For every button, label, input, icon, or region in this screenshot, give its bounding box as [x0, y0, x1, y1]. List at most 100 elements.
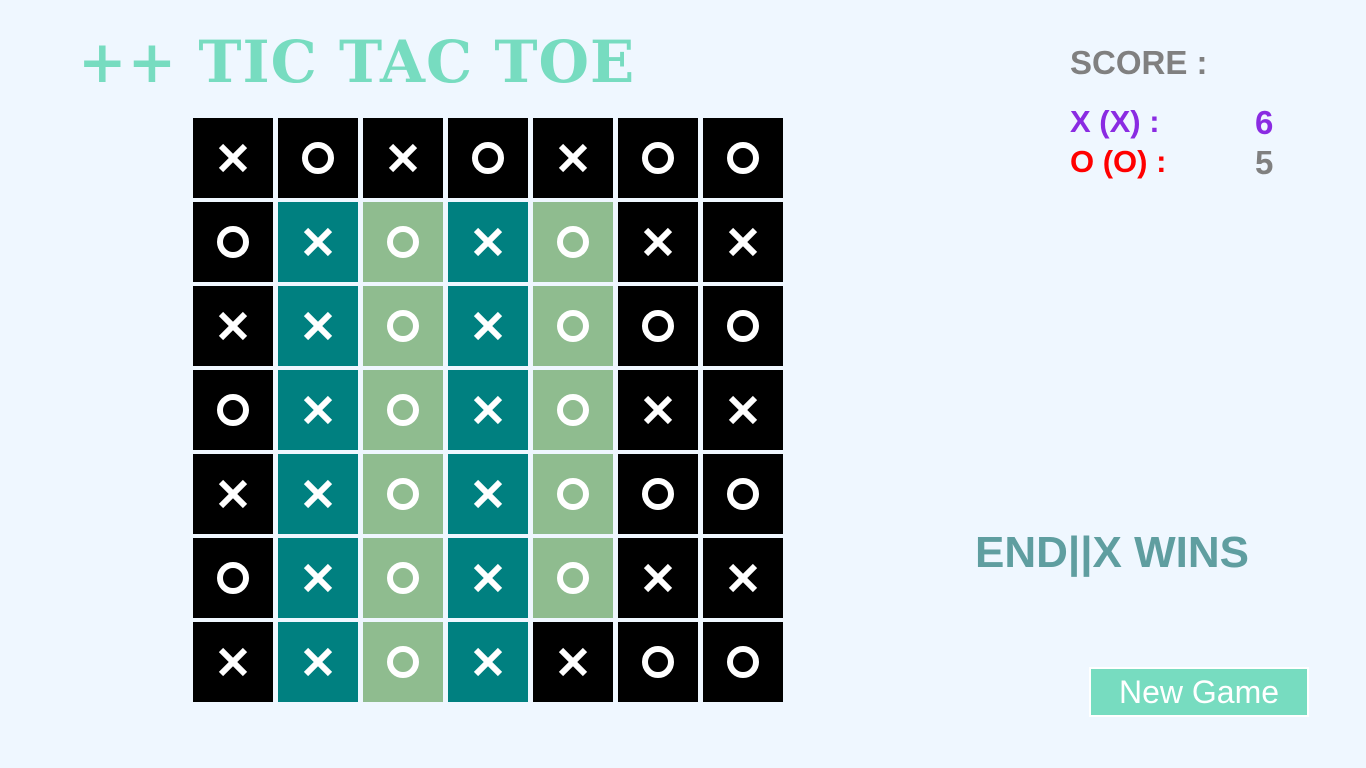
x-mark-icon: [728, 395, 758, 425]
o-mark-icon: [387, 478, 419, 510]
x-mark-icon: [728, 227, 758, 257]
board-cell-r1-c7[interactable]: [703, 118, 783, 198]
score-x-label: X (X) :: [1070, 104, 1160, 139]
board-cell-r6-c7[interactable]: [703, 538, 783, 618]
board-cell-r1-c6[interactable]: [618, 118, 698, 198]
board-cell-r1-c3[interactable]: [363, 118, 443, 198]
x-mark-icon: [473, 395, 503, 425]
score-label: SCORE :: [1070, 44, 1208, 81]
board-cell-r7-c4[interactable]: [448, 622, 528, 702]
x-mark-icon: [218, 647, 248, 677]
board-cell-r2-c5[interactable]: [533, 202, 613, 282]
x-mark-icon: [558, 647, 588, 677]
board-cell-r3-c3[interactable]: [363, 286, 443, 366]
board-cell-r5-c6[interactable]: [618, 454, 698, 534]
x-mark-icon: [303, 563, 333, 593]
board-cell-r6-c3[interactable]: [363, 538, 443, 618]
o-mark-icon: [557, 394, 589, 426]
board-cell-r7-c5[interactable]: [533, 622, 613, 702]
o-mark-icon: [727, 142, 759, 174]
board-cell-r5-c4[interactable]: [448, 454, 528, 534]
x-mark-icon: [643, 227, 673, 257]
board-cell-r5-c5[interactable]: [533, 454, 613, 534]
x-mark-icon: [303, 311, 333, 341]
new-game-button[interactable]: New Game: [1089, 667, 1309, 717]
board-cell-r3-c6[interactable]: [618, 286, 698, 366]
x-mark-icon: [473, 227, 503, 257]
board-cell-r6-c1[interactable]: [193, 538, 273, 618]
board-cell-r4-c7[interactable]: [703, 370, 783, 450]
game-window: ++ TIC TAC TOE SCORE : X (X) : 6 O (O) :…: [0, 0, 1366, 768]
board-cell-r3-c7[interactable]: [703, 286, 783, 366]
game-status: END||X WINS: [975, 528, 1249, 577]
game-board: [193, 118, 786, 708]
board-cell-r2-c7[interactable]: [703, 202, 783, 282]
o-mark-icon: [387, 562, 419, 594]
board-cell-r3-c4[interactable]: [448, 286, 528, 366]
x-mark-icon: [473, 479, 503, 509]
board-cell-r6-c6[interactable]: [618, 538, 698, 618]
x-mark-icon: [303, 395, 333, 425]
game-title: ++ TIC TAC TOE: [78, 28, 636, 96]
o-mark-icon: [642, 646, 674, 678]
board-cell-r4-c5[interactable]: [533, 370, 613, 450]
board-cell-r7-c2[interactable]: [278, 622, 358, 702]
x-mark-icon: [218, 143, 248, 173]
o-mark-icon: [727, 310, 759, 342]
board-cell-r7-c1[interactable]: [193, 622, 273, 702]
board-cell-r2-c4[interactable]: [448, 202, 528, 282]
o-mark-icon: [217, 562, 249, 594]
o-mark-icon: [557, 226, 589, 258]
score-o-label: O (O) :: [1070, 144, 1167, 179]
board-cell-r7-c3[interactable]: [363, 622, 443, 702]
board-cell-r5-c2[interactable]: [278, 454, 358, 534]
x-mark-icon: [388, 143, 418, 173]
board-cell-r1-c2[interactable]: [278, 118, 358, 198]
board-cell-r3-c1[interactable]: [193, 286, 273, 366]
x-mark-icon: [303, 227, 333, 257]
x-mark-icon: [643, 395, 673, 425]
board-cell-r2-c1[interactable]: [193, 202, 273, 282]
board-cell-r5-c1[interactable]: [193, 454, 273, 534]
board-cell-r5-c7[interactable]: [703, 454, 783, 534]
board-cell-r4-c2[interactable]: [278, 370, 358, 450]
board-cell-r1-c4[interactable]: [448, 118, 528, 198]
board-cell-r4-c6[interactable]: [618, 370, 698, 450]
o-mark-icon: [217, 226, 249, 258]
board-cell-r5-c3[interactable]: [363, 454, 443, 534]
board-cell-r2-c2[interactable]: [278, 202, 358, 282]
x-mark-icon: [643, 563, 673, 593]
board-cell-r2-c3[interactable]: [363, 202, 443, 282]
o-mark-icon: [387, 646, 419, 678]
x-mark-icon: [728, 563, 758, 593]
board-cell-r6-c4[interactable]: [448, 538, 528, 618]
board-cell-r2-c6[interactable]: [618, 202, 698, 282]
o-mark-icon: [557, 562, 589, 594]
x-mark-icon: [558, 143, 588, 173]
board-cell-r4-c3[interactable]: [363, 370, 443, 450]
score-x-value: 6: [1255, 104, 1274, 141]
board-cell-r6-c2[interactable]: [278, 538, 358, 618]
x-mark-icon: [303, 647, 333, 677]
board-cell-r6-c5[interactable]: [533, 538, 613, 618]
board-cell-r3-c2[interactable]: [278, 286, 358, 366]
o-mark-icon: [642, 310, 674, 342]
o-mark-icon: [557, 478, 589, 510]
x-mark-icon: [473, 647, 503, 677]
score-o-value: 5: [1255, 144, 1274, 181]
board-cell-r7-c6[interactable]: [618, 622, 698, 702]
x-mark-icon: [218, 479, 248, 509]
o-mark-icon: [642, 142, 674, 174]
o-mark-icon: [472, 142, 504, 174]
o-mark-icon: [727, 646, 759, 678]
board-cell-r4-c4[interactable]: [448, 370, 528, 450]
board-cell-r1-c1[interactable]: [193, 118, 273, 198]
x-mark-icon: [218, 311, 248, 341]
o-mark-icon: [727, 478, 759, 510]
board-cell-r7-c7[interactable]: [703, 622, 783, 702]
board-cell-r1-c5[interactable]: [533, 118, 613, 198]
board-cell-r3-c5[interactable]: [533, 286, 613, 366]
o-mark-icon: [217, 394, 249, 426]
o-mark-icon: [387, 394, 419, 426]
board-cell-r4-c1[interactable]: [193, 370, 273, 450]
